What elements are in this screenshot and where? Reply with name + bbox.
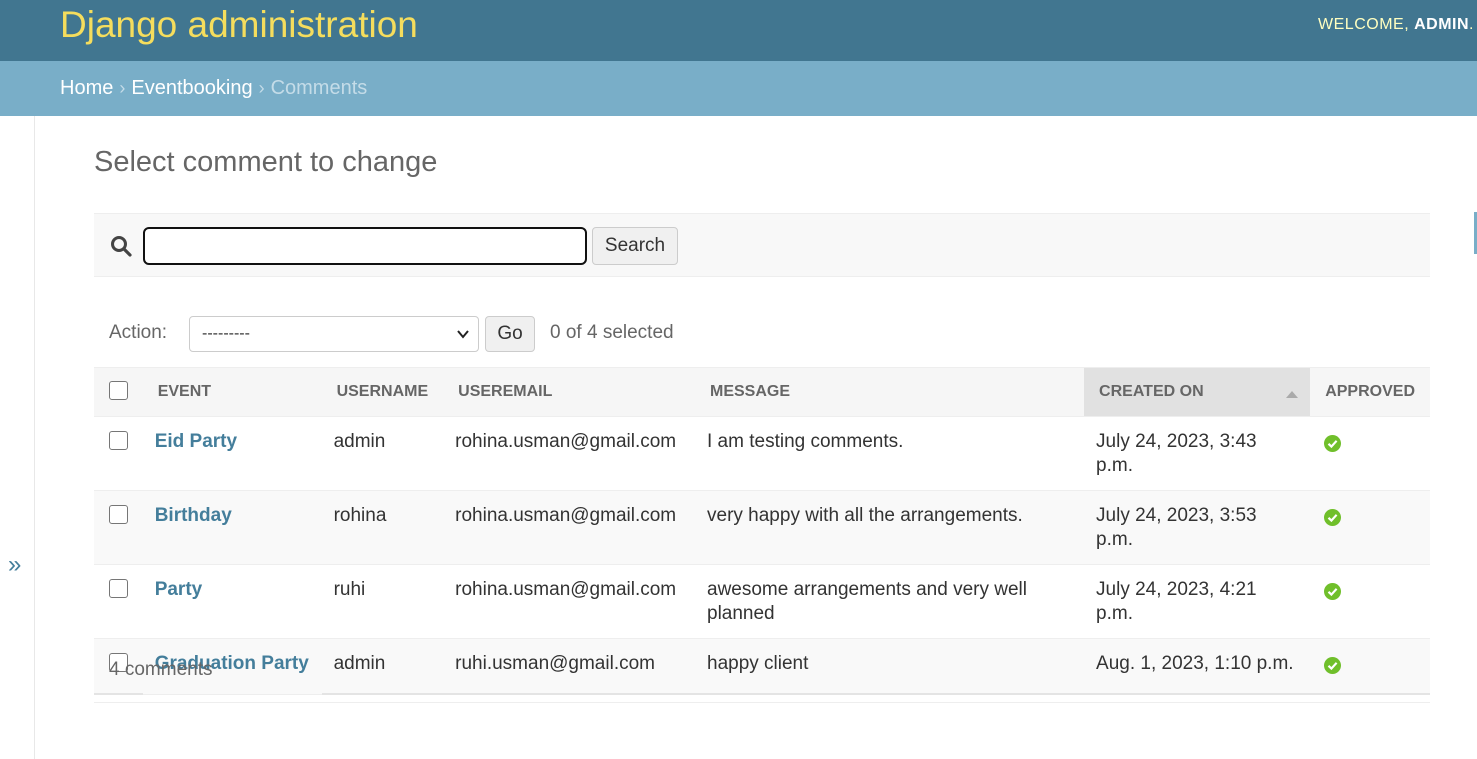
event-cell: Eid Party — [142, 416, 322, 491]
breadcrumb-home[interactable]: Home — [60, 77, 113, 99]
breadcrumb: Home › Eventbooking › Comments — [0, 61, 1477, 116]
column-header-username[interactable]: Username — [321, 367, 444, 417]
breadcrumb-current: Comments — [270, 77, 368, 99]
breadcrumb-app[interactable]: Eventbooking — [131, 77, 252, 99]
nav-sidebar-toggle[interactable]: » — [8, 551, 21, 579]
row-checkbox[interactable] — [109, 505, 128, 524]
action-select[interactable]: --------- — [189, 316, 479, 352]
message-cell: I am testing comments. — [695, 416, 1085, 491]
username-cell: ruhi — [321, 564, 444, 639]
select-all-checkbox[interactable] — [109, 380, 128, 400]
row-checkbox-cell — [94, 416, 143, 491]
check-circle-icon — [1324, 435, 1342, 452]
select-all-cell — [94, 367, 143, 417]
event-link[interactable]: Birthday — [155, 505, 232, 526]
selected-count: 0 of 4 selected — [550, 322, 674, 343]
column-header-event[interactable]: Event — [142, 367, 322, 417]
page-title: Select comment to change — [94, 146, 438, 178]
search-icon — [111, 236, 132, 257]
site-header: Django administration WELCOME, ADMIN. — [0, 0, 1477, 61]
row-checkbox[interactable] — [109, 579, 128, 598]
created-on-cell: July 24, 2023, 4:21 p.m. — [1084, 564, 1311, 639]
sort-ascending-icon[interactable] — [1286, 390, 1299, 398]
row-checkbox[interactable] — [109, 431, 128, 450]
row-checkbox-cell — [94, 490, 143, 565]
search-button[interactable]: Search — [592, 227, 678, 265]
column-header-approved[interactable]: Approved — [1310, 367, 1430, 417]
table-header-row: Event Username Useremail Message Created… — [94, 367, 1430, 417]
event-link[interactable]: Party — [155, 579, 203, 600]
message-cell: awesome arrangements and very well plann… — [695, 564, 1085, 639]
go-button[interactable]: Go — [485, 316, 535, 352]
event-link[interactable]: Eid Party — [155, 431, 237, 452]
search-toolbar: Search — [94, 213, 1430, 277]
event-cell: Party — [142, 564, 322, 639]
username: ADMIN — [1414, 16, 1470, 33]
site-title[interactable]: Django administration — [60, 4, 418, 46]
check-circle-icon — [1324, 509, 1342, 526]
column-header-created-on[interactable]: Created on — [1084, 367, 1311, 417]
message-cell: very happy with all the arrangements. — [695, 490, 1085, 565]
breadcrumb-separator: › — [258, 78, 265, 98]
column-header-created-on-label: Created on — [1099, 383, 1204, 400]
welcome-trailing: . — [1469, 16, 1474, 33]
created-on-cell: July 24, 2023, 3:53 p.m. — [1084, 490, 1311, 565]
table-row: Eid Party admin rohina.usman@gmail.com I… — [94, 416, 1430, 491]
nav-sidebar: » — [0, 116, 35, 759]
column-header-message[interactable]: Message — [695, 367, 1085, 417]
action-label: Action: — [109, 322, 168, 343]
column-header-useremail[interactable]: Useremail — [443, 367, 695, 417]
approved-cell — [1310, 564, 1430, 639]
useremail-cell: rohina.usman@gmail.com — [443, 416, 695, 491]
approved-cell — [1310, 416, 1430, 491]
check-circle-icon — [1324, 583, 1342, 600]
table-row: Party ruhi rohina.usman@gmail.com awesom… — [94, 564, 1430, 639]
user-tools: WELCOME, ADMIN. — [1318, 16, 1474, 34]
username-cell: admin — [321, 416, 444, 491]
approved-cell — [1310, 490, 1430, 565]
username-cell: rohina — [321, 490, 444, 565]
paginator: 4 comments — [94, 639, 1430, 703]
event-cell: Birthday — [142, 490, 322, 565]
created-on-cell: July 24, 2023, 3:43 p.m. — [1084, 416, 1311, 491]
row-checkbox-cell — [94, 564, 143, 639]
chevron-down-icon — [457, 330, 469, 339]
table-row: Birthday rohina rohina.usman@gmail.com v… — [94, 490, 1430, 565]
welcome-text: WELCOME, — [1318, 16, 1410, 33]
useremail-cell: rohina.usman@gmail.com — [443, 490, 695, 565]
useremail-cell: rohina.usman@gmail.com — [443, 564, 695, 639]
action-select-value: --------- — [202, 325, 250, 342]
actions-bar: Action: --------- Go 0 of 4 selected — [94, 312, 1430, 356]
breadcrumb-separator: › — [119, 78, 126, 98]
search-input[interactable] — [143, 227, 587, 265]
